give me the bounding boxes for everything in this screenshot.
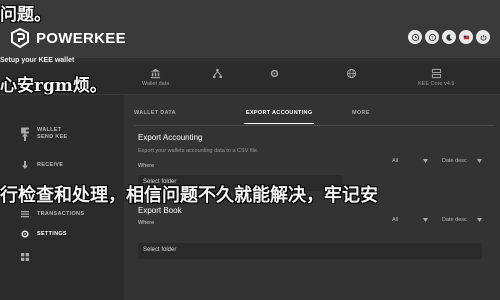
- tab-bar: WALLET DATA EXPORT ACCOUNTING MORE: [134, 110, 494, 126]
- bank-icon: [150, 68, 162, 79]
- main-panel: WALLET DATA EXPORT ACCOUNTING MORE Expor…: [124, 95, 500, 300]
- sort-value: Date desc: [442, 158, 467, 164]
- receive-icon: [20, 160, 30, 170]
- toolbar-network[interactable]: [211, 68, 223, 92]
- sidebar: WALLET SEND KEE RECEIVE TRANSACTIONS SET…: [0, 95, 124, 300]
- section-description: Export your wallets accounting data to a…: [138, 148, 259, 154]
- filter-value: All: [392, 217, 399, 223]
- tab-wallet-data[interactable]: WALLET DATA: [134, 110, 176, 116]
- clock-icon[interactable]: [408, 30, 422, 44]
- sidebar-item-send[interactable]: SEND KEE: [0, 126, 124, 148]
- where-label: Where: [138, 163, 155, 169]
- filter-dropdown[interactable]: All: [392, 212, 432, 228]
- sidebar-item-label: SETTINGS: [37, 231, 67, 237]
- settings-icon: [268, 68, 280, 79]
- folder-field[interactable]: Select folder: [138, 175, 342, 191]
- folder-field[interactable]: Select folder: [138, 243, 482, 259]
- section-title: Export Accounting: [138, 133, 203, 142]
- toolbar-settings[interactable]: [268, 68, 280, 92]
- toolbar-wallet-data[interactable]: Wallet data: [142, 68, 169, 92]
- active-tab-indicator: [244, 123, 314, 124]
- gear-icon: [20, 229, 30, 239]
- where-label: Where: [138, 220, 155, 226]
- globe-icon: [345, 68, 357, 79]
- toolbar-label: Wallet data: [142, 81, 170, 87]
- flag-icon[interactable]: [459, 30, 473, 44]
- network-icon: [211, 68, 223, 79]
- filter-value: All: [392, 158, 399, 164]
- help-icon[interactable]: ?: [425, 30, 439, 44]
- chevron-down-icon: [477, 218, 482, 222]
- chevron-down-icon: [477, 159, 482, 163]
- list-icon: [20, 209, 30, 219]
- folder-value: Select folder: [143, 179, 177, 185]
- sidebar-item-receive[interactable]: RECEIVE: [0, 154, 124, 176]
- tab-export-accounting[interactable]: EXPORT ACCOUNTING: [246, 110, 312, 116]
- chevron-down-icon: [423, 159, 428, 163]
- sidebar-item-label: SEND KEE: [37, 134, 68, 140]
- sidebar-item-label: TRANSACTIONS: [37, 211, 85, 217]
- sidebar-item-settings[interactable]: SETTINGS: [0, 223, 124, 245]
- toolbar-label: KEE Core v4.9: [418, 81, 455, 87]
- toolbar-core[interactable]: KEE Core v4.9: [418, 68, 454, 92]
- top-actions: ?: [408, 30, 490, 44]
- sidebar-item-transactions[interactable]: TRANSACTIONS: [0, 203, 124, 225]
- app-header: POWERKEE ?: [0, 0, 500, 58]
- folder-value: Select folder: [143, 247, 177, 253]
- grid-icon: [20, 252, 30, 262]
- sidebar-item-apps[interactable]: [0, 246, 124, 268]
- filter-dropdown[interactable]: All: [392, 153, 432, 169]
- sidebar-item-label: RECEIVE: [37, 162, 64, 168]
- power-icon[interactable]: [476, 30, 490, 44]
- app-name: POWERKEE: [36, 29, 126, 47]
- powerkee-logo-icon: [11, 28, 29, 48]
- brand: POWERKEE: [10, 28, 126, 48]
- send-icon: [20, 132, 30, 142]
- tab-more[interactable]: MORE: [352, 110, 370, 116]
- sort-dropdown[interactable]: Date desc: [442, 212, 486, 228]
- sort-dropdown[interactable]: Date desc: [442, 153, 486, 169]
- toolbar-globe[interactable]: [345, 68, 357, 92]
- toolbar: Wallet data KEE Core v4.9: [0, 64, 500, 95]
- moon-icon[interactable]: [442, 30, 456, 44]
- chevron-down-icon: [423, 218, 428, 222]
- sort-value: Date desc: [442, 217, 467, 223]
- server-icon: [430, 68, 442, 79]
- section-title: Export Book: [138, 206, 182, 215]
